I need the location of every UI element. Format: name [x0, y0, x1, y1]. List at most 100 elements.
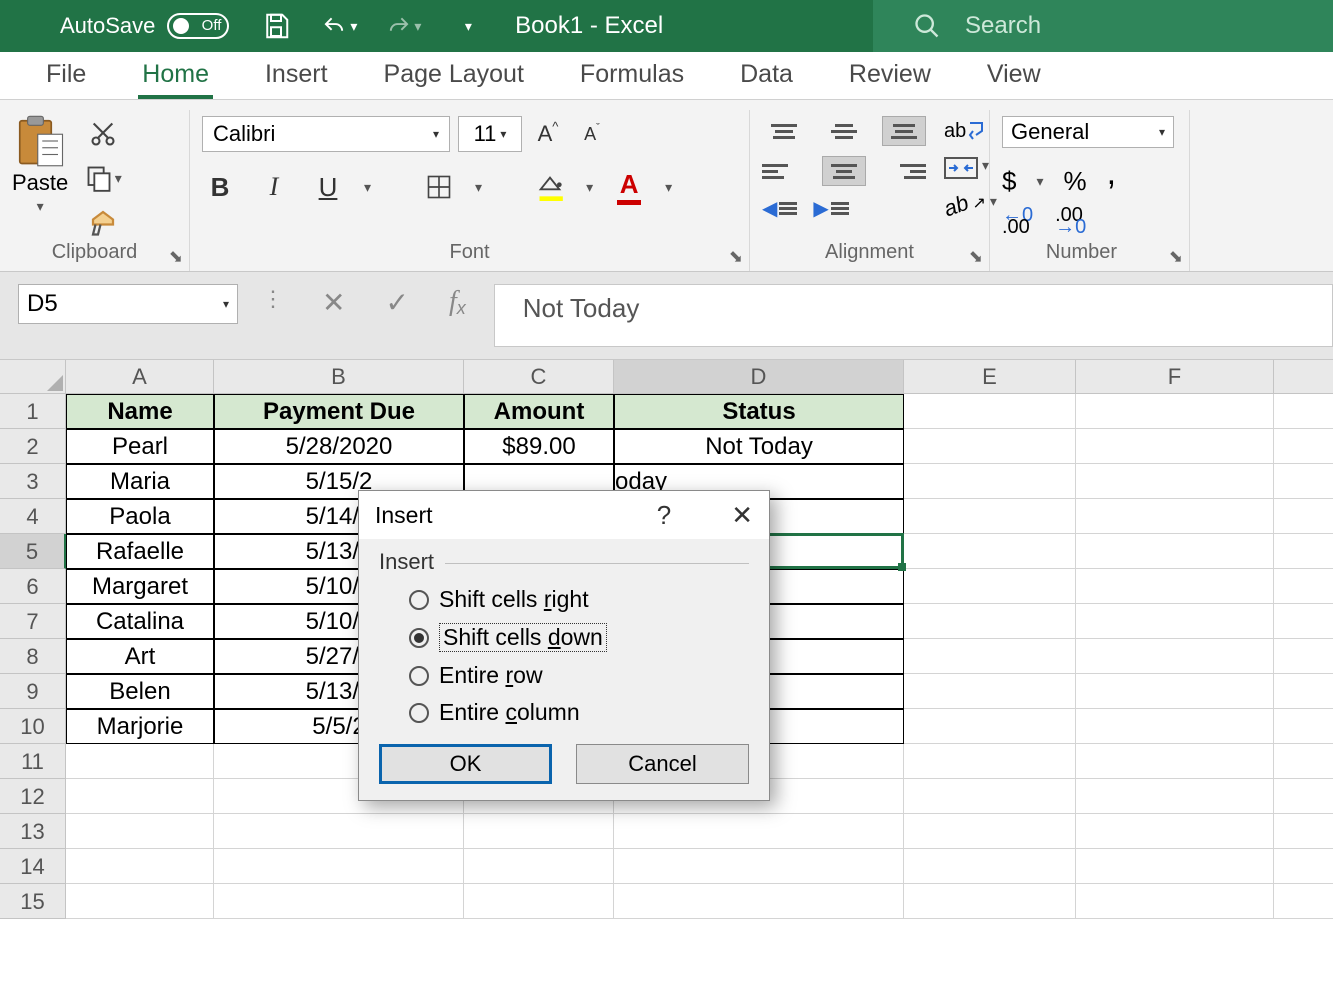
orientation-icon[interactable]: ab↗▾ — [944, 193, 997, 219]
cell[interactable] — [904, 569, 1076, 604]
align-left-icon[interactable] — [762, 156, 806, 186]
cell[interactable] — [1274, 604, 1333, 639]
cell[interactable] — [904, 884, 1076, 919]
increase-decimal-icon[interactable]: ←0.00 — [1002, 209, 1033, 233]
row-header-9[interactable]: 9 — [0, 674, 66, 709]
tab-formulas[interactable]: Formulas — [576, 52, 688, 99]
col-header-f[interactable]: F — [1076, 360, 1274, 394]
cell[interactable] — [1274, 709, 1333, 744]
row-header-4[interactable]: 4 — [0, 499, 66, 534]
decrease-decimal-icon[interactable]: .00→0 — [1055, 209, 1086, 233]
cell[interactable] — [904, 464, 1076, 499]
radio-option[interactable]: Entire row — [409, 662, 749, 689]
chevron-down-icon[interactable]: ▾ — [37, 198, 44, 215]
cell[interactable] — [1076, 674, 1274, 709]
tab-data[interactable]: Data — [736, 52, 797, 99]
tab-page-layout[interactable]: Page Layout — [380, 52, 528, 99]
cell[interactable] — [66, 814, 214, 849]
italic-button[interactable]: I — [256, 170, 292, 204]
cell[interactable] — [904, 639, 1076, 674]
cell[interactable] — [1076, 814, 1274, 849]
cell[interactable] — [1076, 499, 1274, 534]
cancel-formula-icon[interactable]: ✕ — [322, 286, 345, 319]
dialog-titlebar[interactable]: Insert ? ✕ — [359, 491, 769, 539]
merge-center-icon[interactable]: ▾ — [944, 157, 997, 179]
cell[interactable]: Belen — [66, 674, 214, 709]
cell[interactable] — [904, 849, 1076, 884]
fx-icon[interactable]: fx — [449, 286, 466, 318]
accounting-format-icon[interactable]: $ — [1002, 166, 1016, 197]
cell[interactable] — [904, 394, 1076, 429]
select-all-corner[interactable] — [0, 360, 66, 394]
chevron-down-icon[interactable]: ▾ — [665, 179, 672, 196]
decrease-indent-icon[interactable]: ◀ — [762, 196, 797, 221]
fill-color-button[interactable] — [532, 170, 568, 204]
cell[interactable] — [66, 884, 214, 919]
cell[interactable] — [66, 744, 214, 779]
cell[interactable]: Name — [66, 394, 214, 429]
row-header-13[interactable]: 13 — [0, 814, 66, 849]
wrap-text-icon[interactable]: ab — [944, 120, 997, 143]
search-box[interactable]: Search — [873, 0, 1333, 52]
cell[interactable] — [1274, 779, 1333, 814]
tab-review[interactable]: Review — [845, 52, 935, 99]
cell[interactable] — [1274, 744, 1333, 779]
cell[interactable] — [904, 499, 1076, 534]
cell[interactable] — [1076, 709, 1274, 744]
cell[interactable] — [1274, 394, 1333, 429]
col-header-e[interactable]: E — [904, 360, 1076, 394]
cell[interactable] — [1076, 534, 1274, 569]
cell[interactable]: Payment Due — [214, 394, 464, 429]
cell[interactable] — [214, 814, 464, 849]
cell[interactable] — [1274, 499, 1333, 534]
row-header-15[interactable]: 15 — [0, 884, 66, 919]
number-format-dropdown[interactable]: General▾ — [1002, 116, 1174, 148]
name-box[interactable]: D5▾ — [18, 284, 238, 324]
ok-button[interactable]: OK — [379, 744, 552, 784]
cell[interactable] — [1274, 884, 1333, 919]
font-launcher-icon[interactable]: ⬊ — [729, 247, 743, 267]
number-launcher-icon[interactable]: ⬊ — [1169, 247, 1183, 267]
font-name-dropdown[interactable]: Calibri▾ — [202, 116, 450, 152]
cell[interactable] — [1076, 744, 1274, 779]
cell[interactable]: Margaret — [66, 569, 214, 604]
save-icon[interactable] — [259, 9, 293, 43]
underline-button[interactable]: U — [310, 170, 346, 204]
toggle-switch[interactable]: Off — [167, 13, 229, 39]
align-bottom-icon[interactable] — [882, 116, 926, 146]
cell[interactable] — [904, 814, 1076, 849]
cell[interactable] — [1076, 779, 1274, 814]
cell[interactable] — [1274, 849, 1333, 884]
row-header-1[interactable]: 1 — [0, 394, 66, 429]
cell[interactable] — [904, 779, 1076, 814]
cell[interactable] — [1076, 394, 1274, 429]
col-header-extra[interactable] — [1274, 360, 1333, 394]
cell[interactable] — [1274, 429, 1333, 464]
cell[interactable] — [464, 814, 614, 849]
enter-formula-icon[interactable]: ✓ — [385, 286, 408, 319]
format-painter-icon[interactable] — [80, 204, 126, 240]
close-icon[interactable]: ✕ — [731, 500, 753, 531]
cell[interactable]: Marjorie — [66, 709, 214, 744]
cell[interactable] — [214, 884, 464, 919]
tab-home[interactable]: Home — [138, 52, 213, 99]
cell[interactable] — [904, 429, 1076, 464]
radio-option[interactable]: Shift cells right — [409, 586, 749, 613]
cell[interactable]: 5/28/2020 — [214, 429, 464, 464]
alignment-launcher-icon[interactable]: ⬊ — [969, 247, 983, 267]
chevron-down-icon[interactable]: ▾ — [475, 179, 482, 196]
cell[interactable]: Status — [614, 394, 904, 429]
col-header-d[interactable]: D — [614, 360, 904, 394]
col-header-b[interactable]: B — [214, 360, 464, 394]
cell[interactable]: Catalina — [66, 604, 214, 639]
cell[interactable]: Maria — [66, 464, 214, 499]
formula-input[interactable]: Not Today — [494, 284, 1333, 347]
chevron-down-icon[interactable]: ▾ — [364, 179, 371, 196]
cell[interactable] — [66, 849, 214, 884]
cell[interactable] — [614, 814, 904, 849]
radio-option[interactable]: Entire column — [409, 699, 749, 726]
row-header-8[interactable]: 8 — [0, 639, 66, 674]
cell[interactable] — [1076, 604, 1274, 639]
align-top-icon[interactable] — [762, 116, 806, 146]
col-header-a[interactable]: A — [66, 360, 214, 394]
